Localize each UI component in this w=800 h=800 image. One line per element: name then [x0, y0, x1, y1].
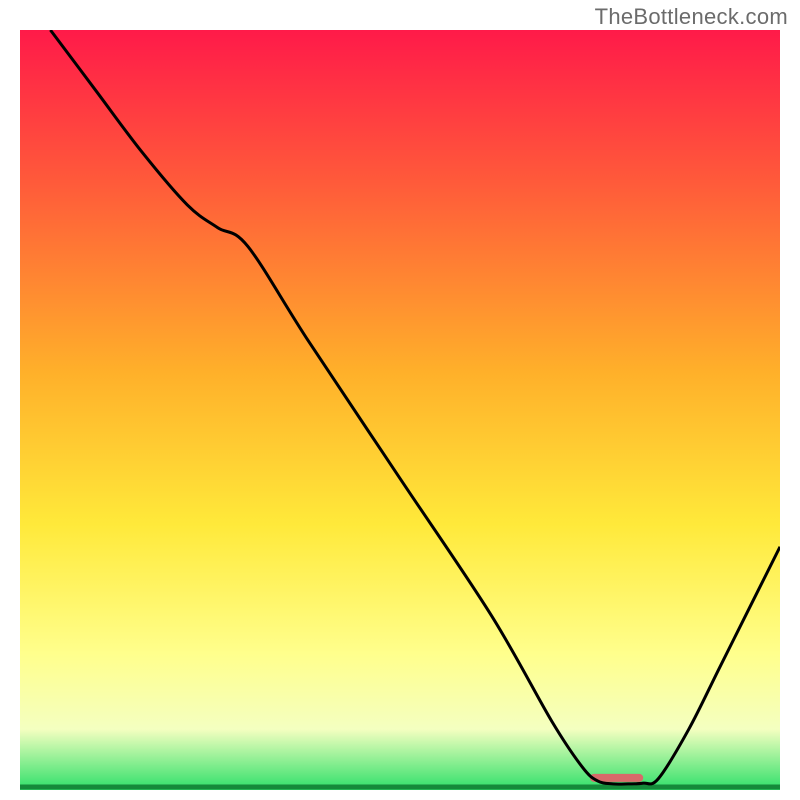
chart-svg [20, 30, 780, 790]
watermark-text: TheBottleneck.com [595, 4, 788, 30]
chart-plot-area [20, 30, 780, 790]
